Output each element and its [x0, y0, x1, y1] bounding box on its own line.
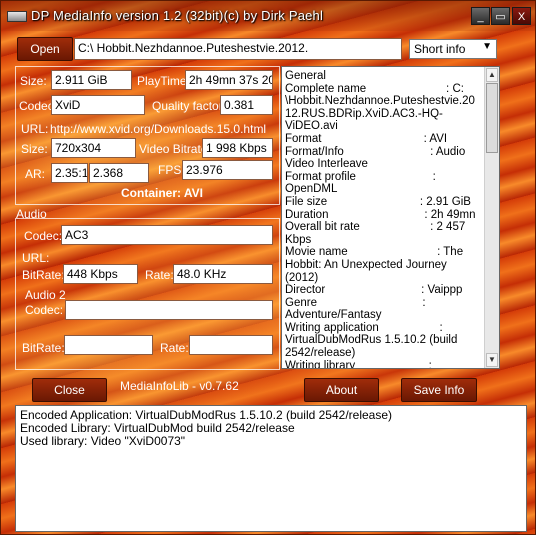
media-info-text: General Complete name : C: \Hobbit.Nezhd…	[285, 70, 476, 369]
aspect-ratio-field[interactable]: 2.35:1	[51, 163, 88, 183]
main-window: DP MediaInfo version 1.2 (32bit)(c) by D…	[0, 0, 536, 535]
video-size-label: Size:	[20, 74, 47, 88]
playtime-field[interactable]: 2h 49mn 37s 209ms	[185, 70, 273, 90]
video-bitrate-label: Video Bitrate:	[139, 142, 211, 156]
video-size-field[interactable]: 2.911 GiB	[51, 70, 132, 90]
audio2-label: Audio 2	[25, 288, 66, 302]
aspect-ratio-label: AR:	[25, 167, 46, 181]
open-button[interactable]: Open	[17, 37, 73, 61]
audio2-bitrate-field[interactable]	[64, 335, 153, 355]
mediainfolib-version-label: MediaInfoLib - v0.7.62	[120, 379, 239, 393]
scroll-down-icon[interactable]: ▼	[486, 353, 498, 367]
aspect-ratio-decimal-field[interactable]: 2.368	[89, 163, 149, 183]
playtime-label: PlayTime:	[137, 74, 190, 88]
audio2-rate-label: Rate:	[160, 341, 189, 355]
close-window-button[interactable]: X	[512, 7, 531, 25]
audio2-codec-field[interactable]	[65, 300, 273, 320]
quality-factor-field[interactable]: 0.381	[220, 95, 273, 115]
codec-label: Codec	[19, 99, 54, 113]
media-info-textbox[interactable]: General Complete name : C: \Hobbit.Nezhd…	[281, 66, 500, 369]
log-line: Used library: Video "XviD0073"	[20, 434, 186, 448]
scroll-up-icon[interactable]: ▲	[486, 68, 498, 82]
fps-field[interactable]: 23.976	[182, 160, 273, 180]
window-title: DP MediaInfo version 1.2 (32bit)(c) by D…	[31, 8, 324, 23]
view-mode-value: Short info	[414, 42, 466, 56]
audio-codec-field[interactable]: AC3	[61, 225, 273, 245]
audio-codec-label: Codec:	[24, 229, 63, 243]
video-bitrate-field[interactable]: 1 998 Kbps	[202, 138, 273, 158]
file-path-field[interactable]: C:\ Hobbit.Nezhdannoe.Puteshestvie.2012.	[74, 38, 402, 60]
scroll-thumb[interactable]	[486, 83, 498, 153]
url-label: URL:	[21, 122, 49, 136]
about-button[interactable]: About	[304, 378, 379, 402]
minimize-button[interactable]: _	[471, 7, 490, 25]
dimensions-field[interactable]: 720x304	[51, 138, 136, 158]
title-bar[interactable]: DP MediaInfo version 1.2 (32bit)(c) by D…	[1, 1, 535, 31]
container-label: Container: AVI	[121, 186, 204, 200]
encoding-log[interactable]: Encoded Application: VirtualDubModRus 1.…	[15, 405, 527, 532]
quality-factor-label: Quality factor:	[152, 99, 227, 113]
close-button[interactable]: Close	[32, 378, 107, 402]
video-codec-field[interactable]: XviD	[51, 95, 145, 115]
vertical-scrollbar[interactable]: ▲ ▼	[484, 67, 499, 368]
audio-bitrate-label: BitRate:	[22, 268, 65, 282]
audio-bitrate-field[interactable]: 448 Kbps	[63, 264, 138, 284]
audio2-rate-field[interactable]	[189, 335, 273, 355]
view-mode-select[interactable]: Short info ▼	[409, 39, 497, 59]
audio-rate-label: Rate:	[145, 268, 174, 282]
dimensions-label: Size:	[21, 142, 48, 156]
chevron-down-icon: ▼	[482, 41, 492, 52]
audio2-bitrate-label: BitRate:	[22, 341, 65, 355]
audio-rate-field[interactable]: 48.0 KHz	[173, 264, 273, 284]
restore-button[interactable]: ▭	[491, 7, 510, 25]
app-icon	[7, 11, 27, 22]
fps-label: FPS:	[158, 163, 185, 177]
video-url-link[interactable]: http://www.xvid.org/Downloads.15.0.html	[50, 122, 266, 136]
audio-url-label: URL:	[22, 251, 50, 265]
save-info-button[interactable]: Save Info	[401, 378, 477, 402]
audio2-codec-label: Codec:	[25, 303, 64, 317]
